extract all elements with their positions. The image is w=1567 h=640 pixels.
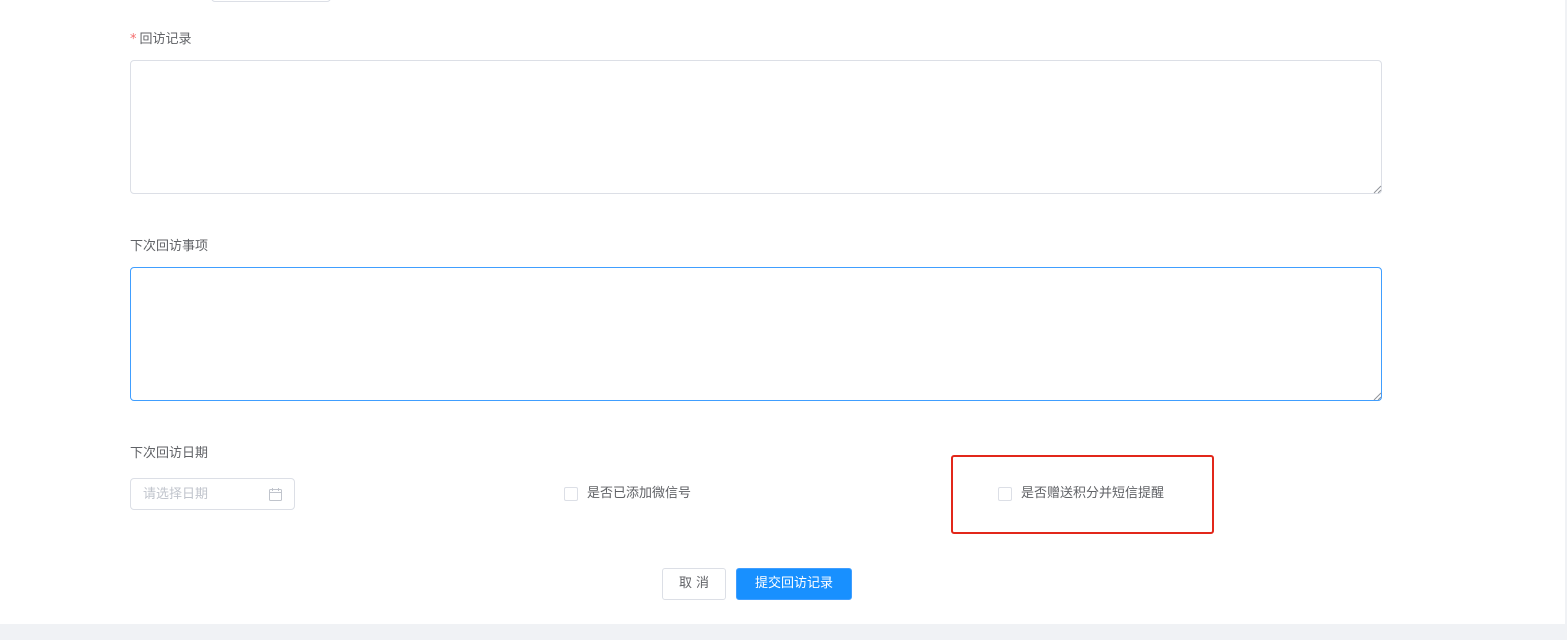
date-placeholder: 请选择日期 (143, 487, 209, 502)
next-visit-items-textarea[interactable] (130, 267, 1382, 401)
submit-visit-record-button[interactable]: 提交回访记录 (736, 568, 852, 600)
wechat-added-label: 是否已添加微信号 (587, 486, 692, 501)
calendar-icon (269, 488, 282, 501)
points-sms-label: 是否赠送积分并短信提醒 (1021, 486, 1165, 501)
visit-record-form-page: * 回访记录 下次回访事项 下次回访日期 请选择日期 是否已添加微信号 是否赠送积… (0, 0, 1567, 640)
wechat-added-checkbox-box[interactable] (564, 487, 578, 501)
cancel-button[interactable]: 取消 (662, 568, 726, 600)
next-visit-date-label: 下次回访日期 (130, 446, 209, 461)
visit-record-label: * 回访记录 (130, 32, 192, 48)
wechat-added-checkbox[interactable]: 是否已添加微信号 (564, 485, 691, 503)
next-visit-date-picker[interactable]: 请选择日期 (130, 478, 295, 510)
visit-record-textarea[interactable] (130, 60, 1382, 194)
next-visit-items-label: 下次回访事项 (130, 239, 209, 254)
previous-field-edge (211, 0, 331, 2)
points-sms-checkbox[interactable]: 是否赠送积分并短信提醒 (998, 485, 1164, 503)
points-sms-checkbox-box[interactable] (998, 487, 1012, 501)
page-footer-bar (0, 624, 1567, 640)
visit-record-label-text: 回访记录 (139, 32, 192, 47)
required-mark: * (130, 32, 137, 47)
